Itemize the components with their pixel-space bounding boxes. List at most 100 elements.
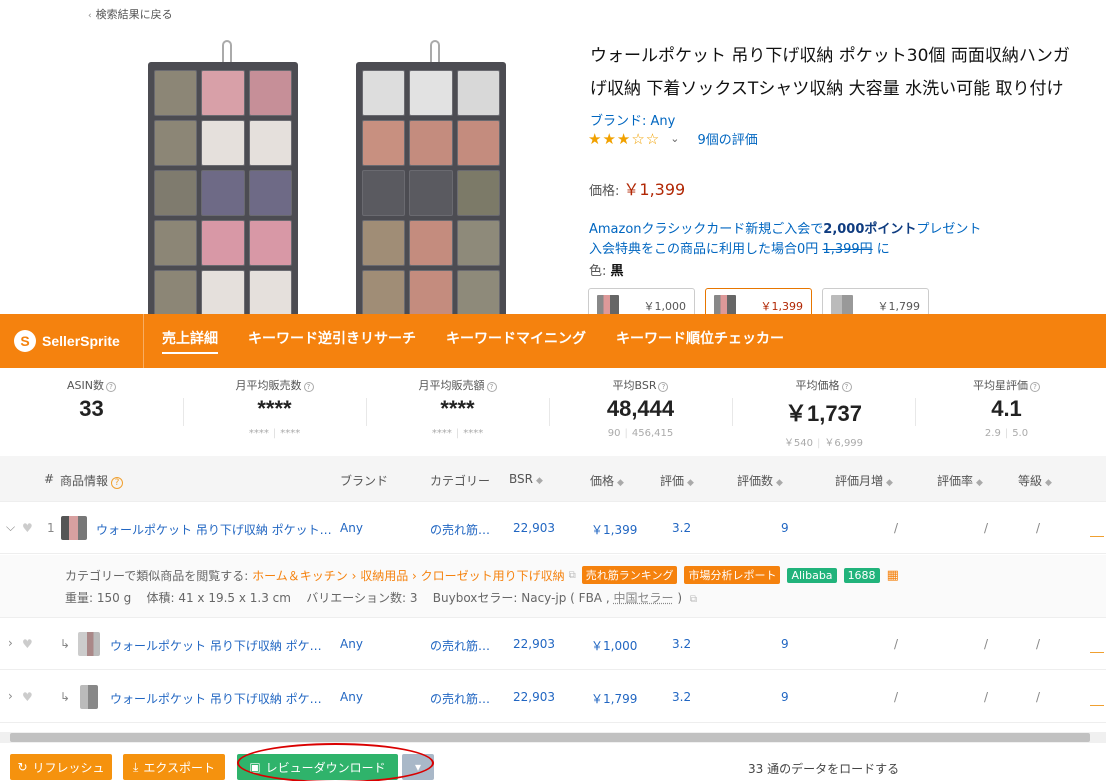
rating-value: 3.2 [672,521,692,535]
price-value: ￥1,799 [591,692,638,706]
external-link-icon[interactable]: ⧉ [569,570,576,581]
export-button[interactable]: ⤓ エクスポート [123,754,225,780]
col-grade-sort[interactable]: 等級 ◆ [1018,472,1052,489]
tab-keyword-reverse[interactable]: キーワード逆引きリサーチ [248,328,416,354]
help-icon[interactable]: ? [841,382,852,392]
product-image[interactable] [140,40,530,322]
scrollbar-thumb[interactable] [10,733,1090,742]
tab-keyword-rank[interactable]: キーワード順位チェッカー [616,328,784,354]
col-review-rate-sort[interactable]: 評価率 ◆ [937,472,983,489]
col-category: カテゴリー [430,474,491,488]
chevron-left-icon: ‹ [88,11,92,21]
product-title-link[interactable]: ウォールポケット 吊り下げ収納 ポケ… [110,690,322,707]
load-data-text[interactable]: 33 通のデータをロードする [748,760,899,777]
summary-stats: ASIN数? 33 月平均販売数? **** **** | **** 月平均販売額?… [0,370,1106,452]
horizontal-scrollbar[interactable] [0,732,1106,743]
col-review-growth-sort[interactable]: 評価月増 ◆ [835,472,893,489]
breadcrumb[interactable]: ‹ 検索結果に戻る [88,6,173,22]
col-brand: ブランド [340,474,389,488]
help-icon[interactable]: ? [111,477,124,489]
download-icon: ⤓ [133,759,139,774]
chevron-right-icon[interactable]: › [8,689,13,703]
refresh-button[interactable]: ↻ リフレッシュ [10,754,112,780]
category-link[interactable]: の売れ筋… [430,637,490,654]
product-thumbnail[interactable] [78,632,100,656]
sort-icon: ◆ [617,478,624,488]
bsr-value[interactable]: 22,903 [513,521,555,535]
product-title-link[interactable]: ウォールポケット 吊り下げ収納 ポケ… [110,637,322,654]
market-report-tag[interactable]: 市場分析レポート [684,566,781,584]
product-thumbnail[interactable] [61,516,87,540]
help-icon[interactable]: ? [658,382,669,392]
row-indicator [1090,652,1104,653]
table-row[interactable]: ⌵ ♥ 1 ウォールポケット 吊り下げ収納 ポケット… Any の売れ筋… 22… [0,502,1106,554]
price-row: 価格: ￥1,399 [589,180,686,199]
table-header: # 商品情報? ブランド カテゴリー BSR ◆ 価格 ◆ 評価 ◆ 評価数 ◆ 評価月… [0,456,1106,502]
col-product-info: 商品情報? [60,472,124,489]
brand-link[interactable]: ブランド: Any [590,110,675,129]
heart-icon[interactable]: ♥ [22,521,33,535]
product-thumbnail[interactable] [80,685,98,709]
col-reviews-sort[interactable]: 評価数 ◆ [737,472,783,489]
color-selector-label: 色: 黒 [589,264,624,279]
category-link[interactable]: の売れ筋… [430,690,490,707]
stat-avg-rating: 平均星評価? 4.1 2.9 | 5.0 [915,370,1098,452]
stat-monthly-revenue: 月平均販売額? **** **** | **** [366,370,549,452]
stat-avg-bsr: 平均BSR? 48,444 90 | 456,415 [549,370,732,452]
chevron-right-icon[interactable]: › [8,636,13,650]
chevron-down-icon[interactable]: ⌵ [6,520,15,535]
col-rating-sort[interactable]: 評価 ◆ [660,472,694,489]
heart-icon[interactable]: ♥ [22,637,33,651]
sort-icon: ◆ [535,476,543,486]
review-count-link[interactable]: 9個の評価 [697,129,757,148]
chevron-down-icon[interactable]: ⌄ [670,132,679,145]
category-path-link[interactable]: ホーム＆キッチン › 収納用品 › クローゼット用り下げ収納 [252,567,565,584]
price-value: ￥1,399 [591,523,638,537]
external-link-icon[interactable]: ⧉ [690,594,697,605]
rating-value: 3.2 [672,637,692,651]
stat-avg-price: 平均価格? ￥1,737 ￥540 | ￥6,999 [732,370,915,452]
star-rating[interactable]: ★★★☆☆ [588,130,660,148]
table-row[interactable]: › ♥ ↳ ウォールポケット 吊り下げ収納 ポケ… Any の売れ筋… 22,9… [0,618,1106,670]
promo-banner[interactable]: Amazonクラシックカード新規ご入会で2,000ポイントプレゼント 入会特典を… [589,220,981,260]
tab-sales-detail[interactable]: 売上詳細 [162,328,218,354]
brand-link[interactable]: Any [340,637,363,651]
stat-asin-count: ASIN数? 33 [0,370,183,452]
sellersprite-toolbar: S SellerSprite 売上詳細 キーワード逆引きリサーチ キーワードマイ… [0,314,1106,368]
grid-icon[interactable]: ▦ [887,568,899,583]
sellersprite-logo-icon: S [14,330,36,352]
category-link[interactable]: の売れ筋… [430,521,490,538]
brand-link[interactable]: Any [340,690,363,704]
product-title-link[interactable]: ウォールポケット 吊り下げ収納 ポケット… [96,521,332,538]
review-download-button[interactable]: ▣ レビューダウンロード [237,754,398,780]
bestseller-ranking-tag[interactable]: 売れ筋ランキング [581,566,678,584]
col-bsr-sort[interactable]: BSR ◆ [509,472,543,486]
sellersprite-nav: 売上詳細 キーワード逆引きリサーチ キーワードマイニング キーワード順位チェッカ… [162,328,784,354]
help-icon[interactable]: ? [105,382,116,392]
help-icon[interactable]: ? [486,382,497,392]
row-indicator [1090,705,1104,706]
bsr-value[interactable]: 22,903 [513,637,555,651]
reviews-value[interactable]: 9 [781,521,789,535]
stat-monthly-units: 月平均販売数? **** **** | **** [183,370,366,452]
table-row[interactable]: › ♥ ↳ ウォールポケット 吊り下げ収納 ポケ… Any の売れ筋… 22,9… [0,671,1106,723]
help-icon[interactable]: ? [1030,382,1040,392]
sort-icon: ◆ [976,478,983,488]
tab-keyword-mining[interactable]: キーワードマイニング [446,328,586,354]
col-price-sort[interactable]: 価格 ◆ [590,472,624,489]
sort-icon: ◆ [886,478,893,488]
heart-icon[interactable]: ♥ [22,690,33,704]
bsr-value[interactable]: 22,903 [513,690,555,704]
col-num: # [44,472,55,486]
refresh-icon: ↻ [17,760,28,774]
review-download-dropdown[interactable]: ▾ [402,754,434,780]
rating-value: 3.2 [672,690,692,704]
brand-link[interactable]: Any [340,521,363,535]
1688-tag[interactable]: 1688 [843,567,880,583]
help-icon[interactable]: ? [303,382,314,392]
seller-link[interactable]: 中国セラー [613,591,673,605]
alibaba-tag[interactable]: Alibaba [787,567,837,583]
reviews-value[interactable]: 9 [781,637,789,651]
child-arrow-icon: ↳ [60,690,71,704]
reviews-value[interactable]: 9 [781,690,789,704]
